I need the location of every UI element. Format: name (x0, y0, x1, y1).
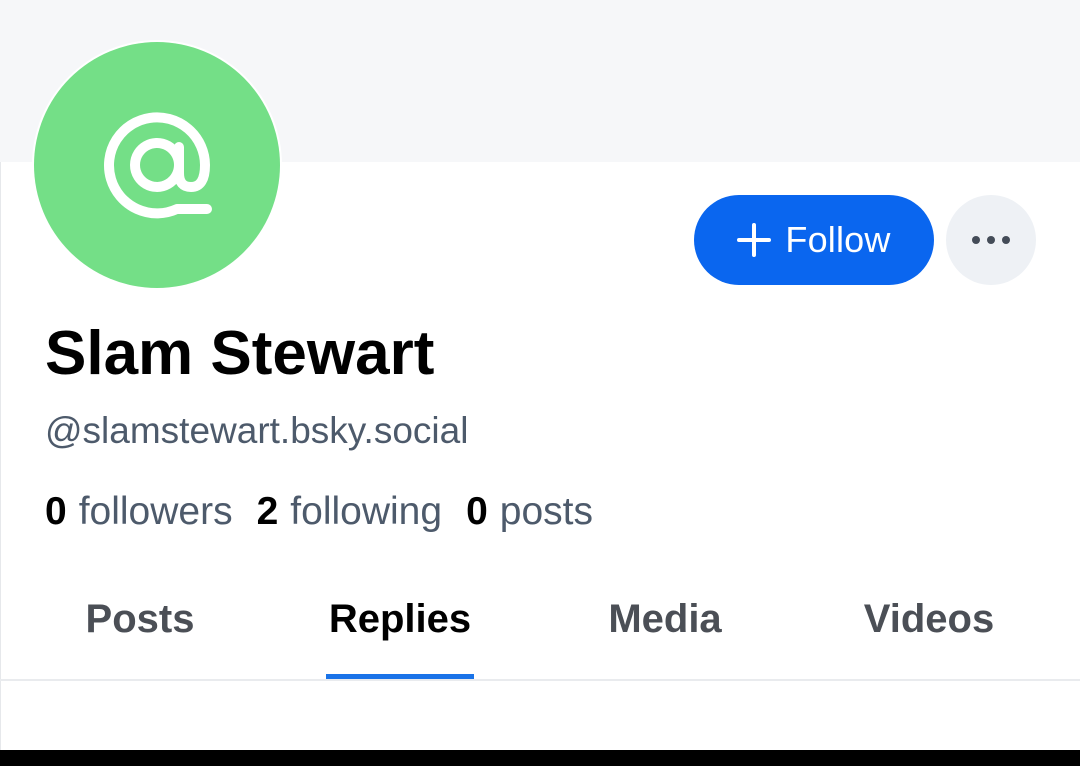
followers-label: followers (78, 490, 233, 533)
tab-replies-label: Replies (328, 597, 472, 641)
profile-stats: 0 followers 2 following 0 posts (45, 488, 593, 536)
plus-icon (737, 223, 772, 257)
profile-tabs: Posts Replies Media Videos (0, 570, 1080, 680)
posts-stat: 0 posts (466, 488, 593, 536)
follow-button-label: Follow (785, 219, 891, 260)
tab-posts-label: Posts (85, 597, 195, 641)
posts-count: 0 (466, 490, 488, 533)
tab-videos-label: Videos (863, 597, 995, 641)
followers-stat[interactable]: 0 followers (45, 488, 233, 536)
avatar-image (34, 42, 280, 288)
tab-media-label: Media (608, 597, 722, 641)
tab-videos[interactable]: Videos (852, 570, 1006, 680)
followers-count: 0 (45, 490, 67, 533)
following-label: following (290, 490, 443, 533)
at-sign-icon (104, 112, 212, 219)
follow-button[interactable]: Follow (694, 195, 934, 285)
following-stat[interactable]: 2 following (257, 488, 442, 536)
tab-media[interactable]: Media (592, 570, 738, 680)
tab-posts[interactable]: Posts (70, 570, 210, 680)
bottom-bar (0, 750, 1080, 766)
ellipsis-icon (972, 236, 1010, 244)
tab-replies[interactable]: Replies (326, 570, 474, 680)
following-count: 2 (256, 490, 279, 533)
display-name: Slam Stewart (45, 319, 435, 388)
avatar[interactable] (32, 40, 282, 290)
more-options-button[interactable] (946, 195, 1036, 285)
posts-label: posts (499, 490, 593, 533)
tabs-divider (0, 679, 1080, 681)
handle: @slamstewart.bsky.social (45, 410, 469, 451)
